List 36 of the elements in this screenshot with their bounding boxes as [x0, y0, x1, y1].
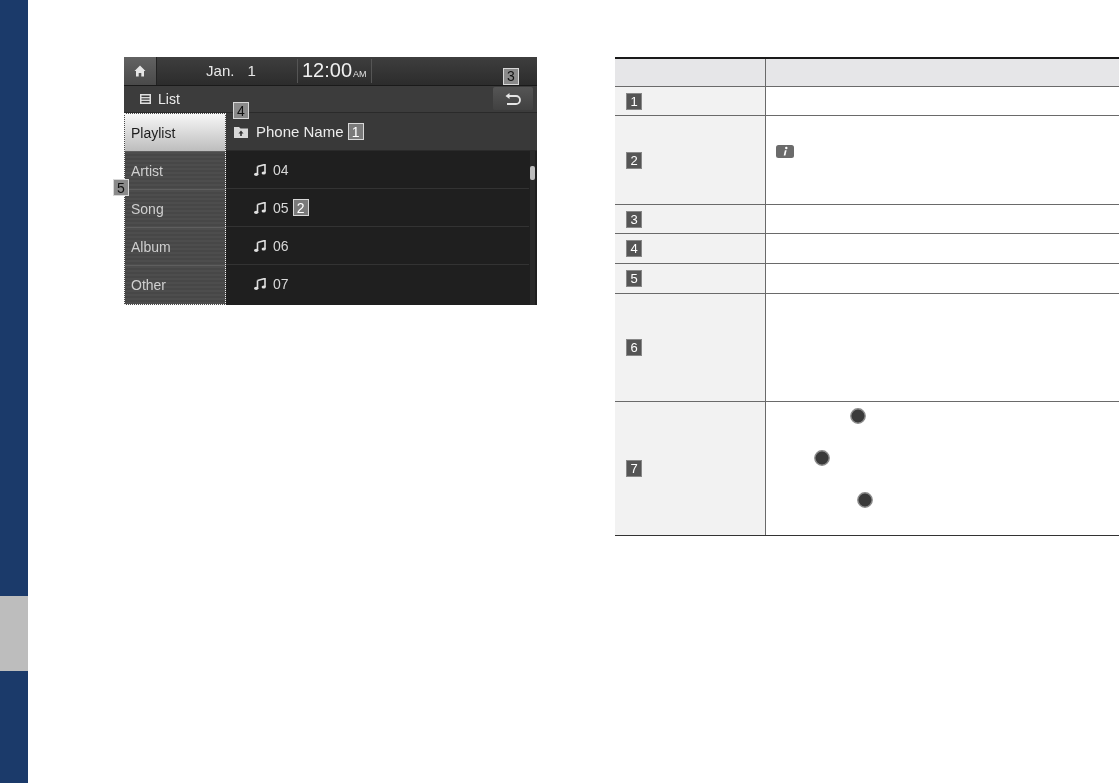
track-title[interactable]: 07 — [273, 276, 289, 292]
screen-title: List — [158, 91, 180, 107]
callout-number: 7 — [626, 460, 642, 477]
music-note-icon — [254, 201, 266, 214]
time-period: AM — [352, 67, 368, 81]
callout-number: 2 — [626, 151, 642, 169]
round-button-icon — [814, 450, 830, 466]
scrollbar[interactable] — [530, 151, 535, 305]
return-arrow-icon — [505, 93, 521, 105]
info-icon — [776, 145, 794, 158]
callout-number: 5 — [626, 270, 642, 287]
callout-number: 1 — [626, 92, 642, 110]
callout-number: 2 — [292, 199, 309, 216]
music-note-icon — [254, 163, 266, 176]
callout-number: 1 — [347, 123, 364, 140]
track-title[interactable]: 05 — [273, 199, 289, 216]
date-text: Jan. 1 — [205, 61, 257, 82]
callout-number: 6 — [626, 339, 642, 356]
track-title[interactable]: 04 — [273, 161, 289, 178]
round-button-icon — [850, 408, 866, 424]
music-note-icon — [254, 239, 266, 252]
callout-number: 4 — [233, 102, 249, 119]
list-icon — [140, 94, 151, 104]
category-item[interactable]: Playlist — [125, 114, 225, 152]
home-button[interactable] — [124, 57, 157, 85]
callout-number: 3 — [626, 210, 642, 228]
callout-number: 4 — [626, 240, 642, 257]
music-note-icon — [254, 278, 266, 290]
home-icon — [134, 65, 146, 77]
track-title[interactable]: 06 — [273, 237, 289, 254]
clock-time: 12:00 — [301, 58, 353, 84]
back-button[interactable] — [493, 87, 533, 111]
callout-number: 5 — [113, 179, 129, 196]
folder-name: Phone Name — [256, 123, 344, 140]
round-button-icon — [857, 492, 873, 508]
folder-up-icon[interactable] — [234, 125, 248, 138]
